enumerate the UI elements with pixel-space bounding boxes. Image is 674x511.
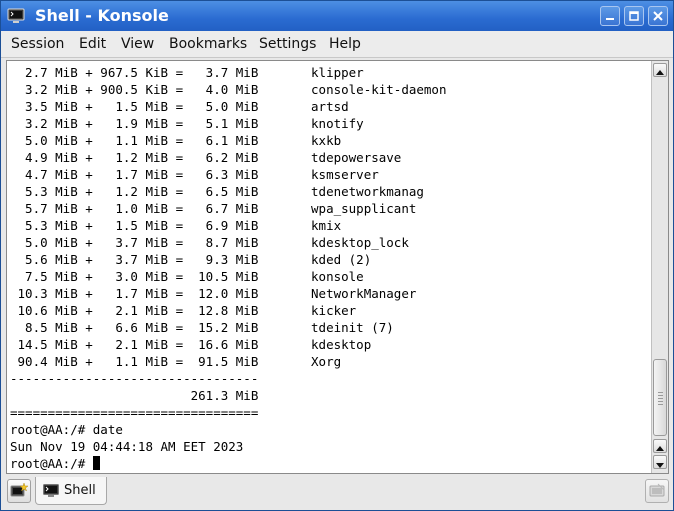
new-tab-icon [10, 482, 29, 497]
terminal-line: 4.7 MiB + 1.7 MiB = 6.3 MiB ksmserver [10, 167, 379, 182]
terminal-line: 7.5 MiB + 3.0 MiB = 10.5 MiB konsole [10, 269, 364, 284]
arrow-up-icon [656, 446, 664, 451]
terminal-line: ================================= [10, 405, 259, 420]
new-tab-button[interactable] [7, 479, 31, 503]
terminal-prompt: root@AA:/# [10, 456, 93, 470]
maximize-icon [629, 11, 639, 21]
terminal-line: 3.5 MiB + 1.5 MiB = 5.0 MiB artsd [10, 99, 349, 114]
terminal-line: 14.5 MiB + 2.1 MiB = 16.6 MiB kdesktop [10, 337, 372, 352]
title-bar[interactable]: Shell - Konsole [1, 1, 673, 31]
terminal-line: root@AA:/# date [10, 422, 123, 437]
grip-line [658, 398, 663, 399]
vertical-scrollbar[interactable] [651, 61, 668, 473]
menu-help[interactable]: Help [329, 35, 361, 53]
terminal-line: 10.6 MiB + 2.1 MiB = 12.8 MiB kicker [10, 303, 357, 318]
terminal-line: 5.3 MiB + 1.2 MiB = 6.5 MiB tdenetworkma… [10, 184, 424, 199]
scroll-up-secondary-button[interactable] [653, 439, 667, 453]
menu-view[interactable]: View [121, 35, 154, 53]
scroll-down-button[interactable] [653, 455, 667, 469]
minimize-icon [606, 18, 614, 20]
grip-line [658, 404, 663, 405]
terminal-line: 10.3 MiB + 1.7 MiB = 12.0 MiB NetworkMan… [10, 286, 417, 301]
arrow-down-icon [656, 463, 664, 468]
terminal-line: 3.2 MiB + 1.9 MiB = 5.1 MiB knotify [10, 116, 364, 131]
scrollbar-thumb[interactable] [653, 359, 667, 436]
close-tab-button[interactable] [645, 479, 669, 503]
terminal-cursor [92, 456, 100, 470]
close-icon [653, 11, 663, 21]
tab-shell[interactable]: Shell [35, 477, 107, 505]
konsole-window: Shell - Konsole Session Edit View Bookma… [0, 0, 674, 511]
arrow-up-icon [656, 70, 664, 75]
grip-line [658, 401, 663, 402]
close-button[interactable] [648, 6, 668, 26]
terminal-prompt-line[interactable]: root@AA:/# [10, 455, 648, 470]
window-title: Shell - Konsole [35, 6, 169, 25]
terminal-line: 5.3 MiB + 1.5 MiB = 6.9 MiB kmix [10, 218, 342, 233]
konsole-app-icon[interactable] [7, 7, 25, 25]
terminal-line: 4.9 MiB + 1.2 MiB = 6.2 MiB tdepowersave [10, 150, 402, 165]
terminal-line: 5.0 MiB + 1.1 MiB = 6.1 MiB kxkb [10, 133, 342, 148]
grip-line [658, 395, 663, 396]
grip-line [658, 392, 663, 393]
terminal-frame: 2.7 MiB + 967.5 KiB = 3.7 MiB klipper 3.… [6, 60, 669, 474]
close-tab-icon [649, 483, 665, 497]
tab-bar: Shell [1, 475, 673, 510]
menu-bookmarks[interactable]: Bookmarks [169, 35, 247, 53]
terminal-line: 5.0 MiB + 3.7 MiB = 8.7 MiB kdesktop_loc… [10, 235, 409, 250]
menu-session[interactable]: Session [11, 35, 64, 53]
terminal-line: 261.3 MiB [10, 388, 259, 403]
terminal-output[interactable]: 2.7 MiB + 967.5 KiB = 3.7 MiB klipper 3.… [10, 64, 648, 470]
terminal-line: 90.4 MiB + 1.1 MiB = 91.5 MiB Xorg [10, 354, 342, 369]
terminal-line: 8.5 MiB + 6.6 MiB = 15.2 MiB tdeinit (7) [10, 320, 394, 335]
terminal-line: 2.7 MiB + 967.5 KiB = 3.7 MiB klipper [10, 65, 364, 80]
tab-label: Shell [64, 483, 96, 498]
terminal-line: --------------------------------- [10, 371, 259, 386]
maximize-button[interactable] [624, 6, 644, 26]
terminal-line: 5.6 MiB + 3.7 MiB = 9.3 MiB kded (2) [10, 252, 372, 267]
terminal-line: 5.7 MiB + 1.0 MiB = 6.7 MiB wpa_supplica… [10, 201, 417, 216]
terminal-line: Sun Nov 19 04:44:18 AM EET 2023 [10, 439, 244, 454]
scroll-up-button[interactable] [653, 63, 667, 77]
minimize-button[interactable] [600, 6, 620, 26]
terminal-icon [43, 483, 59, 502]
terminal-line: 3.2 MiB + 900.5 KiB = 4.0 MiB console-ki… [10, 82, 447, 97]
menu-edit[interactable]: Edit [79, 35, 106, 53]
menu-bar: Session Edit View Bookmarks Settings Hel… [1, 31, 673, 58]
menu-settings[interactable]: Settings [259, 35, 316, 53]
